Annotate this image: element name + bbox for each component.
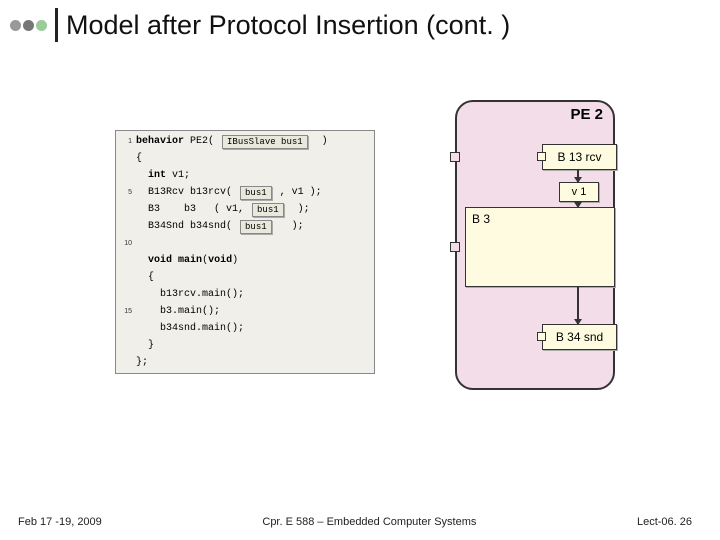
- port-icon: [450, 152, 460, 162]
- code-text: );: [286, 201, 310, 218]
- bullet-dots: [10, 20, 47, 31]
- code-line: B13Rcv b13rcv( bus1 , v1 );: [136, 184, 368, 201]
- param-pill: bus1: [240, 186, 272, 200]
- slide-header: Model after Protocol Insertion (cont. ): [0, 0, 720, 42]
- line-number: 15: [120, 303, 132, 320]
- code-text: v1;: [166, 167, 190, 184]
- block-label: v 1: [572, 186, 587, 198]
- pe2-label: PE 2: [570, 106, 603, 123]
- code-line: [136, 235, 368, 252]
- code-line: B34Snd b34snd( bus1 );: [136, 218, 368, 235]
- port-icon: [537, 152, 546, 161]
- line-number: 5: [120, 184, 132, 201]
- dot-icon: [36, 20, 47, 31]
- code-line: {: [136, 269, 368, 286]
- code-text: B3 b3 ( v1,: [136, 201, 250, 218]
- v1-block: v 1: [559, 182, 599, 202]
- b34snd-block: B 34 snd: [542, 324, 617, 350]
- dot-icon: [10, 20, 21, 31]
- code-line: {: [136, 150, 368, 167]
- footer-page: Lect-06. 26: [637, 516, 692, 528]
- code-line: };: [136, 354, 368, 371]
- keyword: int: [148, 167, 166, 184]
- code-text: PE2(: [184, 133, 220, 150]
- block-label: B 13 rcv: [557, 150, 601, 164]
- port-icon: [537, 332, 546, 341]
- line-number: 1: [120, 133, 132, 150]
- code-text: );: [274, 218, 304, 235]
- keyword: void: [208, 252, 232, 269]
- code-line: behavior PE2( IBusSlave bus1 ): [136, 133, 368, 150]
- code-text: [136, 252, 148, 269]
- footer-date: Feb 17 -19, 2009: [18, 516, 102, 528]
- code-line: }: [136, 337, 368, 354]
- code-line: void main(void): [136, 252, 368, 269]
- code-text: B13Rcv b13rcv(: [136, 184, 238, 201]
- arrow-down-icon: [577, 287, 579, 324]
- slide-footer: Feb 17 -19, 2009 Cpr. E 588 – Embedded C…: [0, 516, 720, 528]
- code-line: B3 b3 ( v1, bus1 );: [136, 201, 368, 218]
- dot-icon: [23, 20, 34, 31]
- arrow-down-icon: [577, 170, 579, 182]
- keyword: main: [178, 252, 202, 269]
- divider: [55, 8, 58, 42]
- code-text: B34Snd b34snd(: [136, 218, 238, 235]
- pe2-container: PE 2 B 13 rcv v 1 B 3 B 34 snd: [455, 100, 615, 390]
- block-label: B 3: [472, 212, 490, 226]
- port-icon: [450, 242, 460, 252]
- block-label: B 34 snd: [556, 330, 603, 344]
- code-text: [136, 167, 148, 184]
- code-listing: 1 behavior PE2( IBusSlave bus1 ) { int v…: [115, 130, 375, 374]
- code-line: b34snd.main();: [136, 320, 368, 337]
- code-text: ): [232, 252, 238, 269]
- b13rcv-block: B 13 rcv: [542, 144, 617, 170]
- code-line: b13rcv.main();: [136, 286, 368, 303]
- line-number: 10: [120, 235, 132, 252]
- block-diagram: PE 2 B 13 rcv v 1 B 3 B 34 snd: [455, 130, 675, 374]
- param-pill: IBusSlave bus1: [222, 135, 308, 149]
- page-title: Model after Protocol Insertion (cont. ): [66, 10, 510, 41]
- keyword: void: [148, 252, 172, 269]
- slide-content: 1 behavior PE2( IBusSlave bus1 ) { int v…: [115, 130, 690, 374]
- param-pill: bus1: [240, 220, 272, 234]
- footer-course: Cpr. E 588 – Embedded Computer Systems: [262, 516, 476, 528]
- b3-block: B 3: [465, 207, 615, 287]
- code-text: ): [310, 133, 328, 150]
- code-text: , v1 );: [274, 184, 322, 201]
- code-line: int v1;: [136, 167, 368, 184]
- keyword: behavior: [136, 133, 184, 150]
- param-pill: bus1: [252, 203, 284, 217]
- code-line: b3.main();: [136, 303, 368, 320]
